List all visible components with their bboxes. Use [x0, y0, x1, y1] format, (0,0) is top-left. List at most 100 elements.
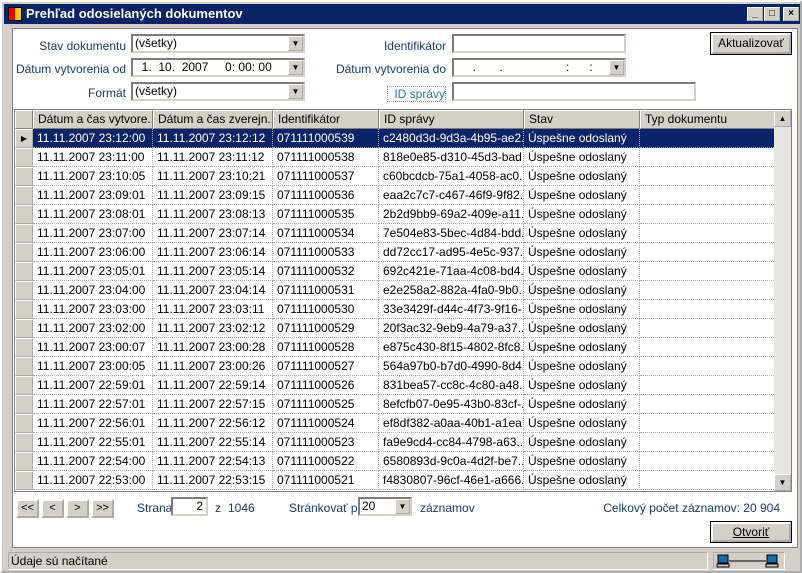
- table-cell[interactable]: 11.11.2007 23:08:13: [153, 205, 273, 224]
- table-row[interactable]: 11.11.2007 23:09:01 11.11.2007 23:09:15 07…: [15, 186, 776, 205]
- table-cell[interactable]: Úspešne odoslaný: [524, 262, 640, 281]
- row-header[interactable]: [15, 471, 33, 490]
- row-header[interactable]: [15, 148, 33, 167]
- table-cell[interactable]: [640, 338, 776, 357]
- table-cell[interactable]: dd72cc17-ad95-4e5c-937...: [379, 243, 524, 262]
- table-cell[interactable]: [640, 300, 776, 319]
- table-cell[interactable]: Úspešne odoslaný: [524, 224, 640, 243]
- table-cell[interactable]: 20f3ac32-9eb9-4a79-a37...: [379, 319, 524, 338]
- row-header[interactable]: [15, 281, 33, 300]
- row-header[interactable]: [15, 224, 33, 243]
- table-cell[interactable]: Úspešne odoslaný: [524, 471, 640, 490]
- row-header[interactable]: [15, 300, 33, 319]
- table-cell[interactable]: 11.11.2007 23:04:14: [153, 281, 273, 300]
- table-cell[interactable]: 11.11.2007 23:02:00: [33, 319, 153, 338]
- table-row[interactable]: 11.11.2007 22:54:00 11.11.2007 22:54:13 07…: [15, 452, 776, 471]
- table-row[interactable]: ▶ 11.11.2007 23:12:00 11.11.2007 23:12:12 0…: [15, 129, 776, 148]
- table-cell[interactable]: 11.11.2007 23:08:01: [33, 205, 153, 224]
- row-header[interactable]: [15, 376, 33, 395]
- table-cell[interactable]: 11.11.2007 23:00:07: [33, 338, 153, 357]
- table-cell[interactable]: [640, 129, 776, 148]
- column-header-stav[interactable]: Stav: [524, 110, 640, 129]
- chevron-down-icon[interactable]: ▼: [288, 84, 303, 99]
- table-cell[interactable]: 831bea57-cc8c-4c80-a48...: [379, 376, 524, 395]
- table-cell[interactable]: 11.11.2007 22:59:01: [33, 376, 153, 395]
- table-cell[interactable]: [640, 376, 776, 395]
- table-row[interactable]: 11.11.2007 23:07:00 11.11.2007 23:07:14 07…: [15, 224, 776, 243]
- table-cell[interactable]: Úspešne odoslaný: [524, 148, 640, 167]
- column-header-created[interactable]: Dátum a čas vytvore...: [33, 110, 153, 129]
- datum-do-picker[interactable]: . . : : ▼: [452, 58, 626, 77]
- minimize-button[interactable]: _: [747, 7, 763, 21]
- table-cell[interactable]: Úspešne odoslaný: [524, 395, 640, 414]
- row-header[interactable]: [15, 205, 33, 224]
- close-button[interactable]: ×: [783, 7, 799, 21]
- table-cell[interactable]: Úspešne odoslaný: [524, 243, 640, 262]
- table-cell[interactable]: 071111000533: [273, 243, 379, 262]
- table-cell[interactable]: Úspešne odoslaný: [524, 129, 640, 148]
- table-cell[interactable]: 071111000532: [273, 262, 379, 281]
- table-cell[interactable]: [640, 167, 776, 186]
- page-input[interactable]: 2: [171, 497, 208, 516]
- table-cell[interactable]: 071111000530: [273, 300, 379, 319]
- table-row[interactable]: 11.11.2007 23:03:00 11.11.2007 23:03:11 07…: [15, 300, 776, 319]
- table-cell[interactable]: 071111000536: [273, 186, 379, 205]
- table-cell[interactable]: 11.11.2007 23:06:00: [33, 243, 153, 262]
- table-row[interactable]: 11.11.2007 23:02:00 11.11.2007 23:02:12 07…: [15, 319, 776, 338]
- table-cell[interactable]: 071111000525: [273, 395, 379, 414]
- table-cell[interactable]: 564a97b0-b7d0-4990-8d4...: [379, 357, 524, 376]
- table-cell[interactable]: 071111000526: [273, 376, 379, 395]
- id-spravy-input[interactable]: [452, 82, 696, 101]
- column-header-id-spravy[interactable]: ID správy: [379, 110, 524, 129]
- datum-od-picker[interactable]: 1. 10. 2007 0: 00: 00 ▼: [131, 58, 305, 77]
- column-header-typ[interactable]: Typ dokumentu: [640, 110, 776, 129]
- table-row[interactable]: 11.11.2007 23:08:01 11.11.2007 23:08:13 07…: [15, 205, 776, 224]
- current-row-arrow-icon[interactable]: ▶: [15, 129, 33, 148]
- table-cell[interactable]: 071111000524: [273, 414, 379, 433]
- prev-page-button[interactable]: <: [41, 499, 64, 518]
- table-cell[interactable]: 071111000537: [273, 167, 379, 186]
- scroll-down-icon[interactable]: ▼: [774, 474, 791, 491]
- table-cell[interactable]: 11.11.2007 23:07:14: [153, 224, 273, 243]
- table-cell[interactable]: Úspešne odoslaný: [524, 433, 640, 452]
- column-header-published[interactable]: Dátum a čas zverejn...: [153, 110, 273, 129]
- chevron-down-icon[interactable]: ▼: [609, 60, 624, 75]
- table-cell[interactable]: f4830807-96cf-46e1-a666...: [379, 471, 524, 490]
- identifikator-input[interactable]: [452, 34, 626, 53]
- table-cell[interactable]: 071111000531: [273, 281, 379, 300]
- table-cell[interactable]: 11.11.2007 23:12:00: [33, 129, 153, 148]
- table-cell[interactable]: 071111000523: [273, 433, 379, 452]
- table-cell[interactable]: [640, 319, 776, 338]
- stav-combo[interactable]: (všetky) ▼: [131, 34, 305, 53]
- row-header[interactable]: [15, 414, 33, 433]
- table-cell[interactable]: 11.11.2007 23:07:00: [33, 224, 153, 243]
- table-cell[interactable]: e2e258a2-882a-4fa0-9b0...: [379, 281, 524, 300]
- table-cell[interactable]: Úspešne odoslaný: [524, 376, 640, 395]
- table-cell[interactable]: Úspešne odoslaný: [524, 186, 640, 205]
- table-cell[interactable]: 071111000534: [273, 224, 379, 243]
- table-cell[interactable]: [640, 452, 776, 471]
- table-cell[interactable]: 11.11.2007 23:06:14: [153, 243, 273, 262]
- table-cell[interactable]: 11.11.2007 23:11:12: [153, 148, 273, 167]
- table-cell[interactable]: 692c421e-71aa-4c08-bd4...: [379, 262, 524, 281]
- table-cell[interactable]: 11.11.2007 23:05:14: [153, 262, 273, 281]
- table-cell[interactable]: 11.11.2007 23:00:05: [33, 357, 153, 376]
- table-row[interactable]: 11.11.2007 23:10:05 11.11.2007 23:10:21 07…: [15, 167, 776, 186]
- table-cell[interactable]: 8efcfb07-0e95-43b0-83cf-...: [379, 395, 524, 414]
- chevron-down-icon[interactable]: ▼: [395, 499, 410, 514]
- table-cell[interactable]: 7e504e83-5bec-4d84-bdd...: [379, 224, 524, 243]
- table-cell[interactable]: 071111000529: [273, 319, 379, 338]
- row-header[interactable]: [15, 452, 33, 471]
- table-cell[interactable]: 11.11.2007 23:10:05: [33, 167, 153, 186]
- table-row[interactable]: 11.11.2007 22:56:01 11.11.2007 22:56:12 07…: [15, 414, 776, 433]
- table-row[interactable]: 11.11.2007 22:53:00 11.11.2007 22:53:15 07…: [15, 471, 776, 490]
- table-cell[interactable]: 33e3429f-d44c-4f73-9f16-...: [379, 300, 524, 319]
- table-cell[interactable]: 11.11.2007 22:55:14: [153, 433, 273, 452]
- table-cell[interactable]: c60bcdcb-75a1-4058-ac0...: [379, 167, 524, 186]
- table-cell[interactable]: 11.11.2007 23:10:21: [153, 167, 273, 186]
- chevron-down-icon[interactable]: ▼: [288, 36, 303, 51]
- table-cell[interactable]: Úspešne odoslaný: [524, 281, 640, 300]
- table-cell[interactable]: 818e0e85-d310-45d3-bad...: [379, 148, 524, 167]
- maximize-button[interactable]: □: [764, 7, 780, 21]
- title-bar[interactable]: Prehľad odosielaných dokumentov: [4, 4, 800, 24]
